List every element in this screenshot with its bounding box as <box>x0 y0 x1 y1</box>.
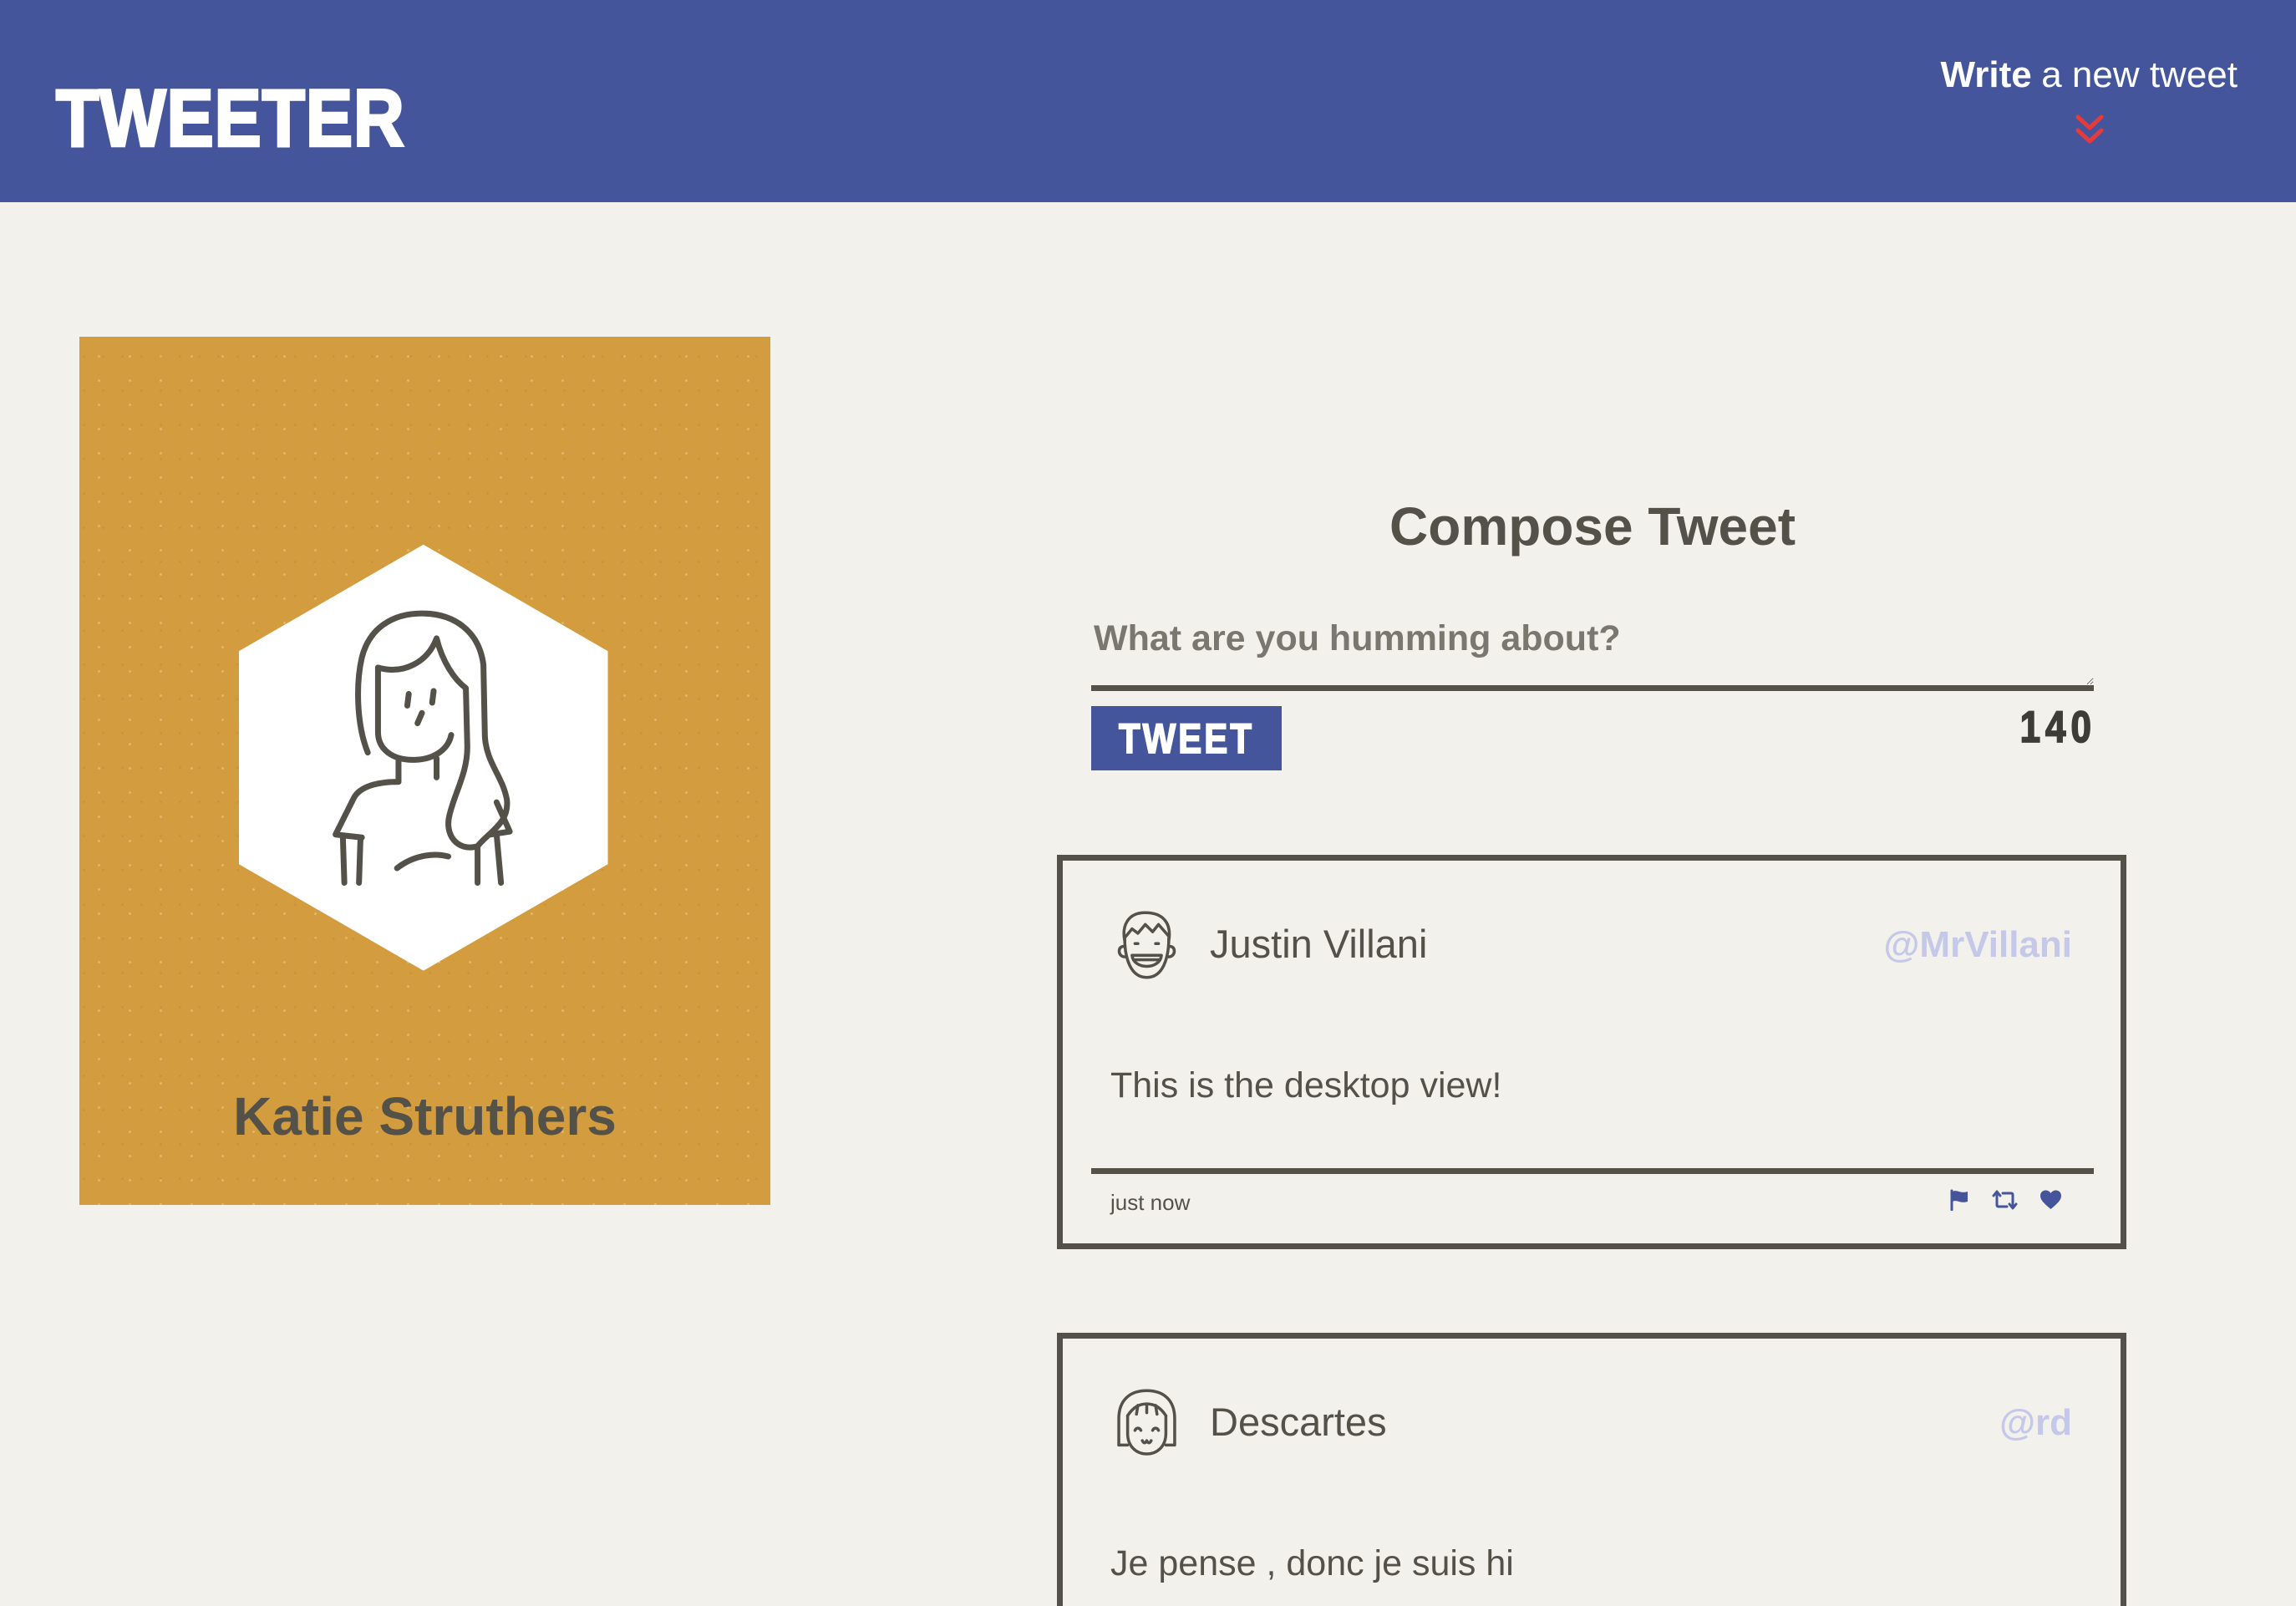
tweet-author-handle: @rd <box>1999 1402 2072 1443</box>
write-new-tweet-emphasis: Write <box>1940 54 2032 95</box>
compose-title: Compose Tweet <box>1389 496 1796 557</box>
heart-icon[interactable] <box>2039 1189 2062 1211</box>
tweet-card: Descartes @rd Je pense , donc je suis hi <box>1057 1333 2126 1606</box>
retweet-icon[interactable] <box>1992 1189 2018 1211</box>
profile-name: Katie Struthers <box>233 1086 617 1146</box>
tweet-author-name: Descartes <box>1210 1400 1387 1444</box>
tweet-author-handle: @MrVillani <box>1883 924 2072 965</box>
compose-tweet-input[interactable] <box>1091 610 2094 691</box>
tweet-submit-button[interactable]: TWEET <box>1091 706 1282 770</box>
tweet-button-label: TWEET <box>1118 714 1254 762</box>
tweet-author-name: Justin Villani <box>1210 922 1428 966</box>
app-logo: TWEETER <box>55 73 406 164</box>
write-new-tweet-toggle[interactable]: Write a new tweet <box>1941 57 2238 94</box>
tweet-timestamp: just now <box>1110 1190 1191 1215</box>
grinning-boy-avatar-icon <box>1117 911 1176 979</box>
character-counter: 140 <box>2019 703 2096 753</box>
double-chevron-down-icon[interactable] <box>2073 112 2106 147</box>
tweet-divider <box>1091 1168 2094 1174</box>
tweet-content: This is the desktop view! <box>1110 1065 1502 1105</box>
flag-icon[interactable] <box>1949 1189 1969 1211</box>
top-nav-bar: TWEETER Write a new tweet <box>0 0 2296 202</box>
tweet-content: Je pense , donc je suis hi <box>1110 1543 1514 1583</box>
profile-avatar <box>238 544 608 971</box>
profile-card: Katie Struthers <box>79 337 770 1205</box>
write-new-tweet-label: a new tweet <box>2041 54 2238 95</box>
smiling-girl-avatar-icon <box>1117 1389 1176 1456</box>
tweet-card: Justin Villani @MrVillani This is the de… <box>1057 855 2126 1249</box>
